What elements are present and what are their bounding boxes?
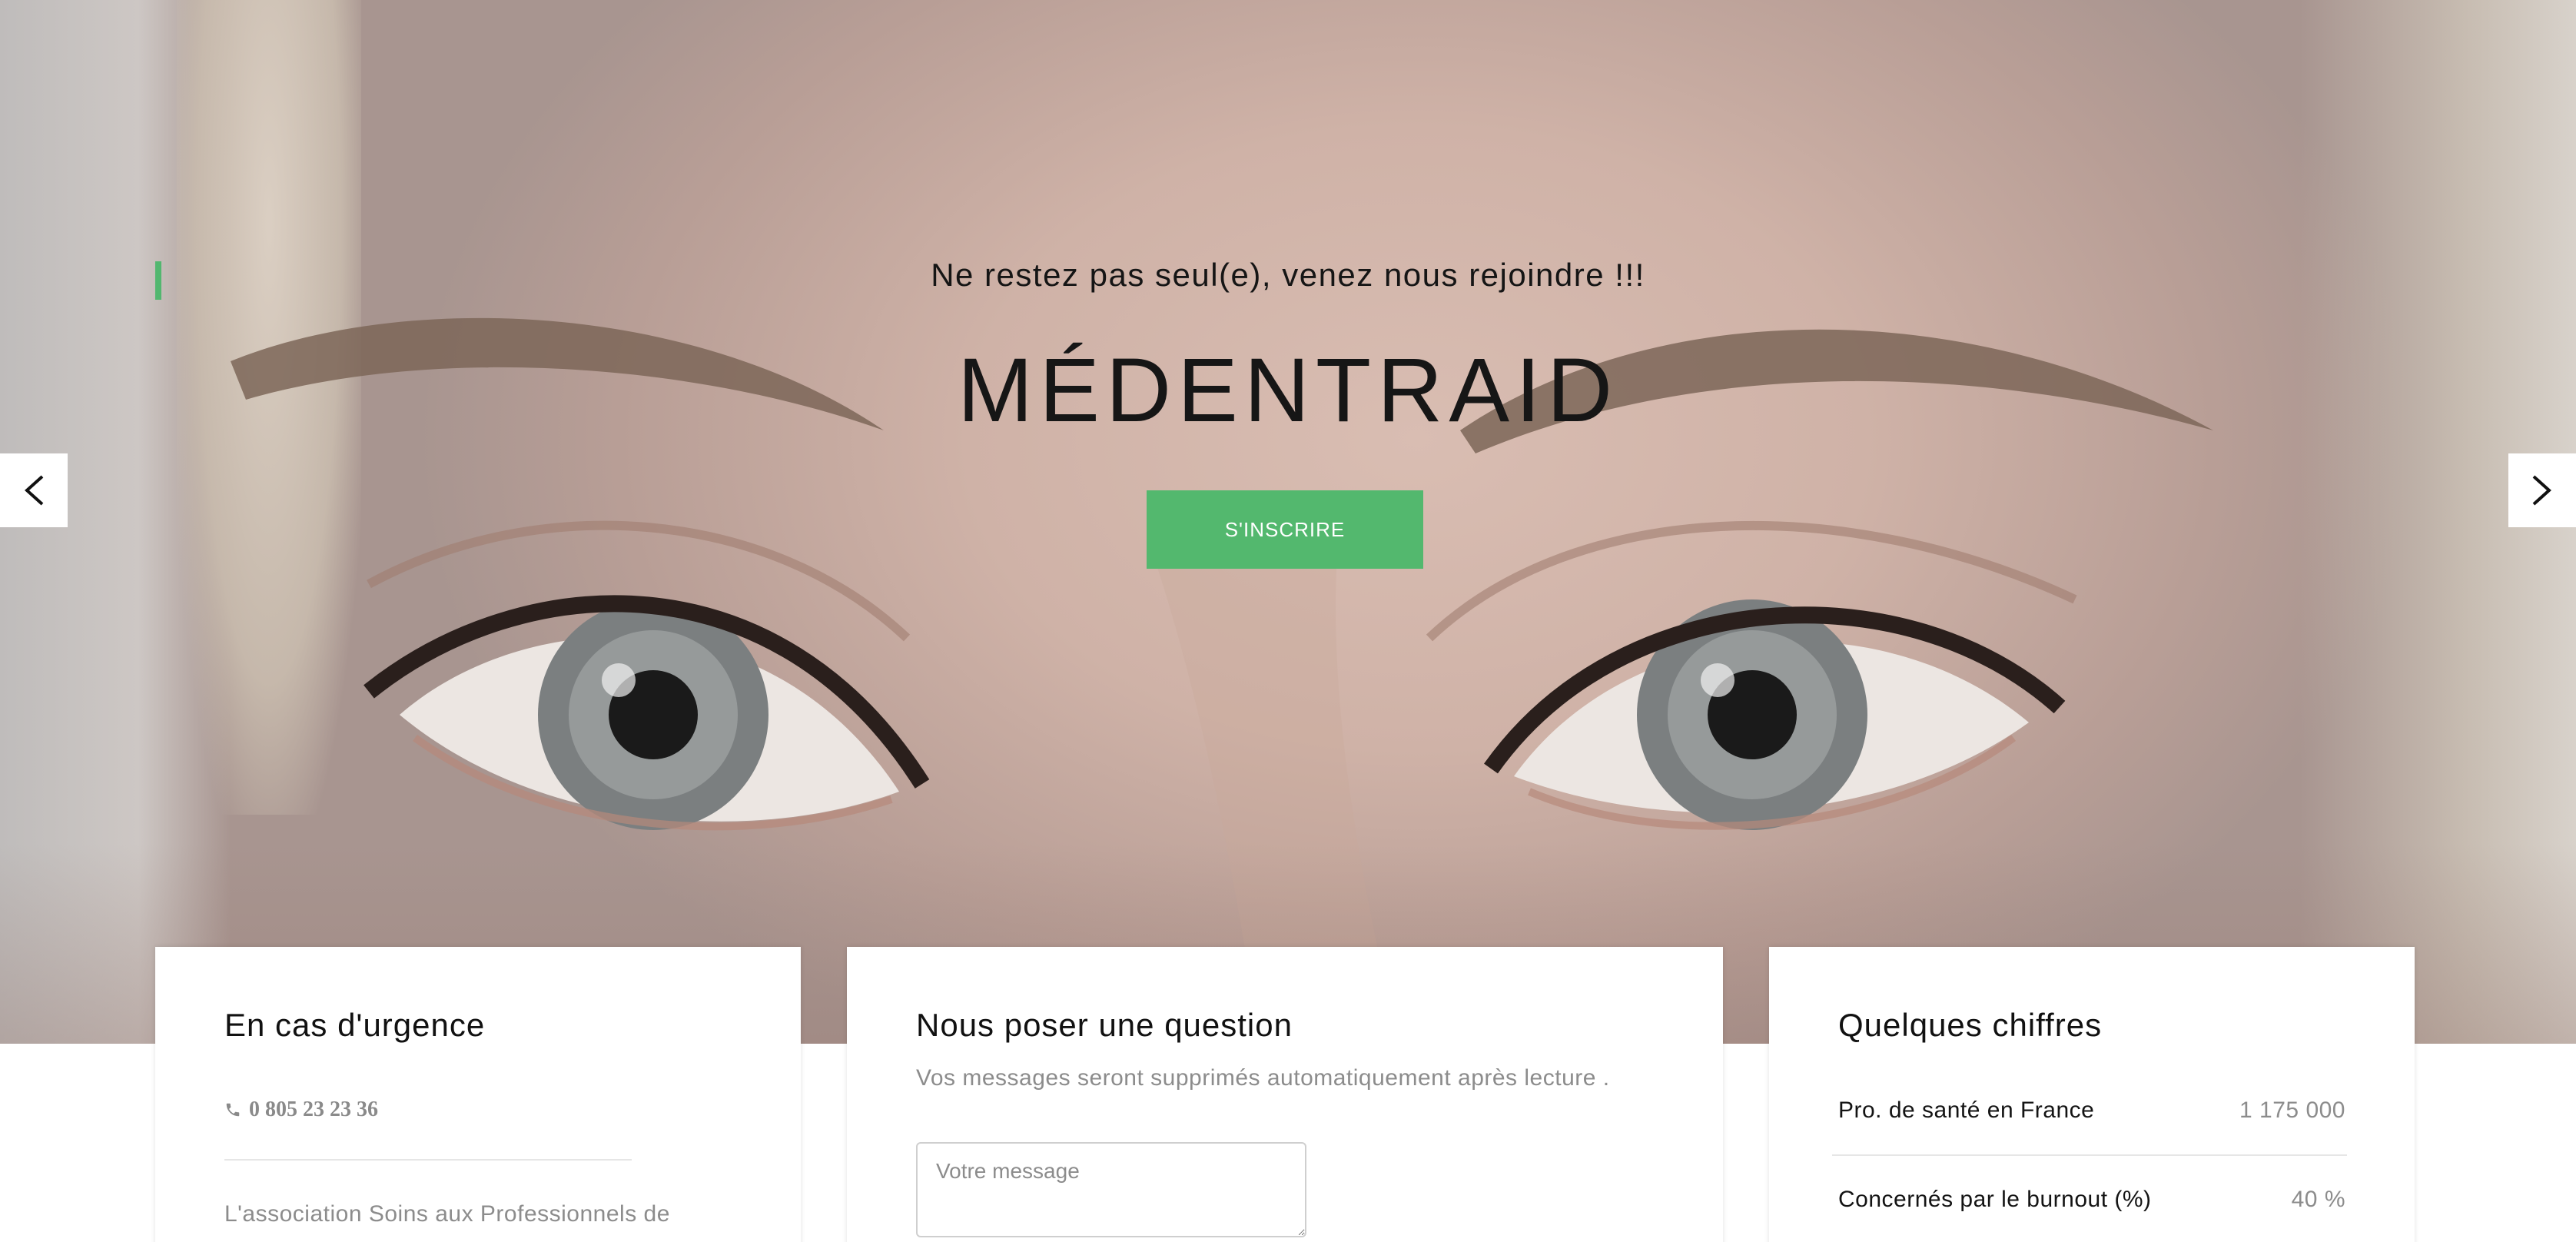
message-input[interactable] [916,1142,1306,1237]
emergency-card-title: En cas d'urgence [224,1007,486,1043]
hero-tagline: Ne restez pas seul(e), venez nous rejoin… [931,257,1645,293]
chevron-right-icon [2532,475,2551,506]
stat-row: Pro. de santé en France 1 175 000 [1838,1098,2345,1124]
emergency-card: En cas d'urgence 0 805 23 23 36 L'associ… [155,947,801,1242]
stat-row: Concernés par le burnout (%) 40 % [1838,1187,2345,1213]
stat-value: 40 % [2291,1187,2345,1212]
carousel-next-button[interactable] [2508,453,2576,527]
chevron-left-icon [25,475,44,506]
signup-button[interactable]: S'INSCRIRE [1147,490,1423,569]
emergency-phone-number: 0 805 23 23 36 [249,1098,378,1121]
question-card: Nous poser une question Vos messages ser… [847,947,1723,1242]
stat-value: 1 175 000 [2239,1098,2345,1123]
question-card-subtitle: Vos messages seront supprimés automatiqu… [916,1065,1610,1091]
emergency-phone[interactable]: 0 805 23 23 36 [224,1098,378,1122]
stat-label: Pro. de santé en France [1838,1098,2095,1123]
divider [1832,1154,2347,1156]
phone-icon [226,1103,240,1117]
figures-card-title: Quelques chiffres [1838,1007,2103,1043]
figures-card: Quelques chiffres Pro. de santé en Franc… [1769,947,2415,1242]
emergency-description: L'association Soins aux Professionnels d… [224,1201,670,1227]
hero-title: MÉDENTRAID [957,340,1619,441]
hero-carousel: Ne restez pas seul(e), venez nous rejoin… [0,0,2576,1044]
question-card-title: Nous poser une question [916,1007,1293,1043]
carousel-prev-button[interactable] [0,453,68,527]
divider [224,1159,632,1161]
stat-label: Concernés par le burnout (%) [1838,1187,2152,1212]
